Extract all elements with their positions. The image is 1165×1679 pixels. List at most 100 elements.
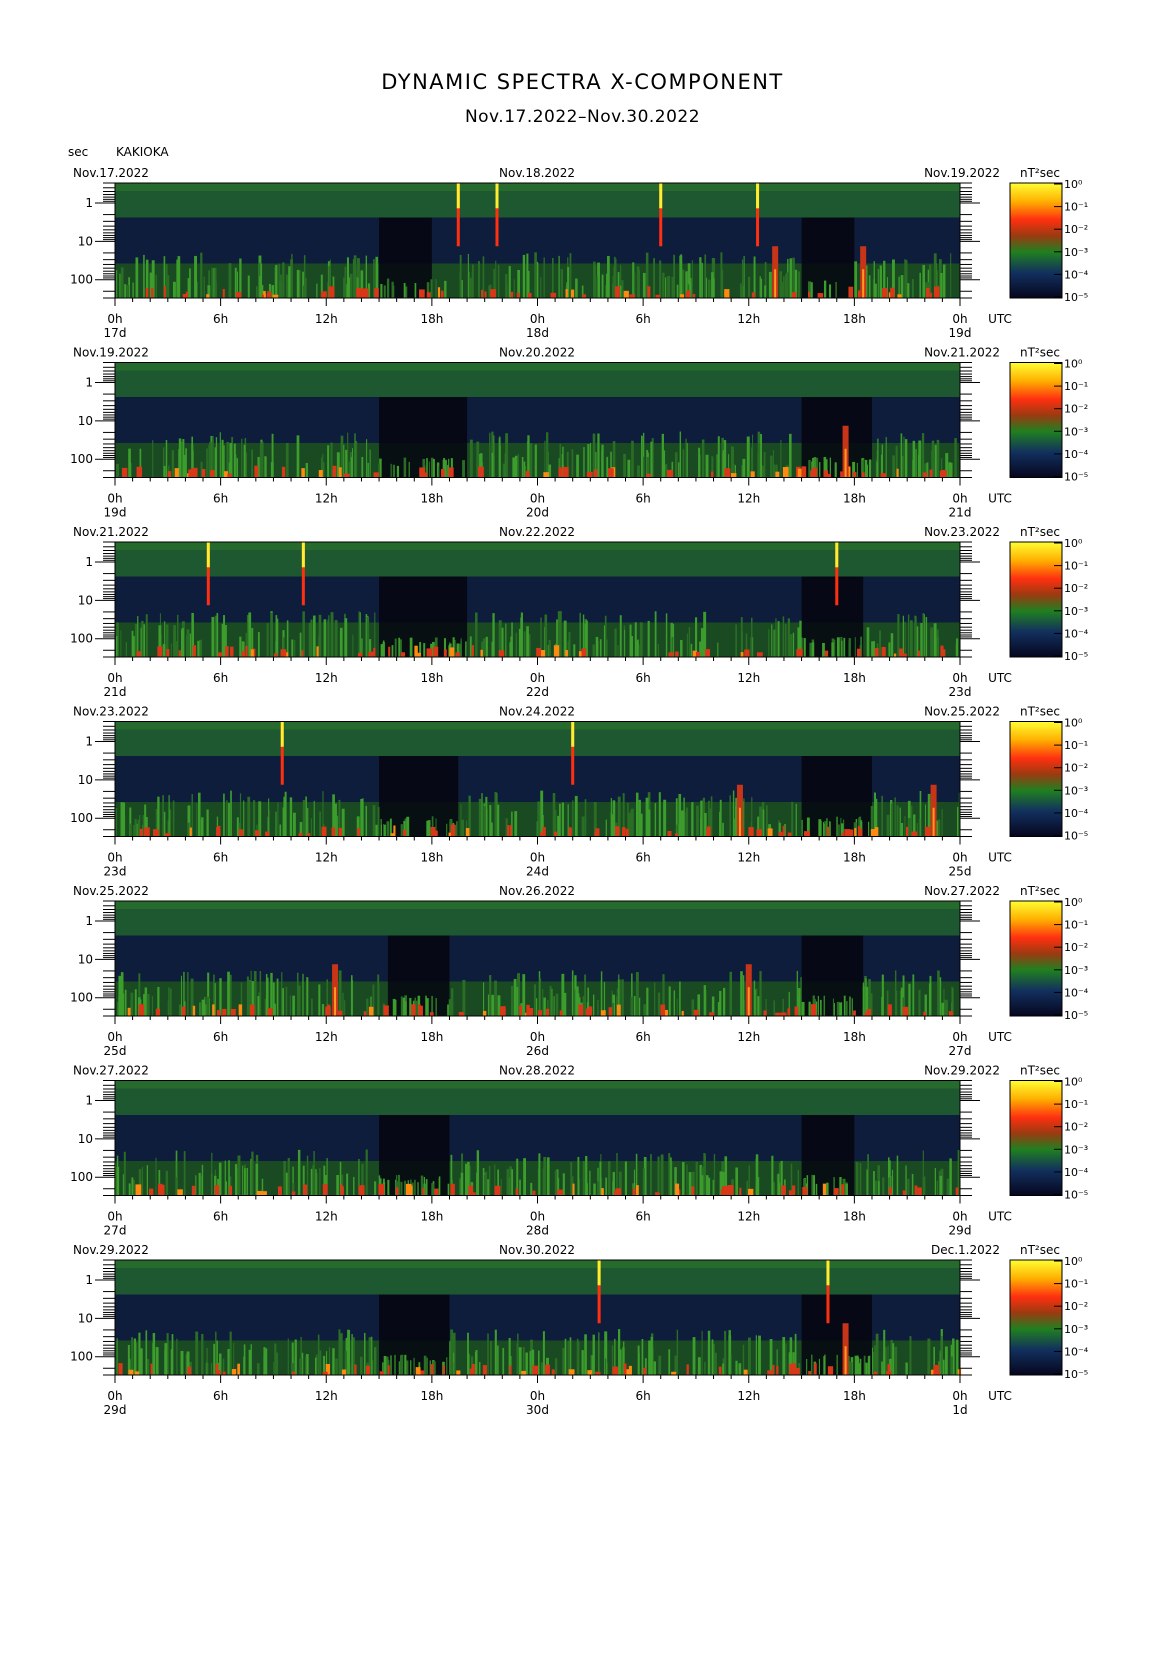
x-tick-label: 18h: [843, 492, 866, 506]
day-label: 22d: [526, 685, 549, 699]
day-label: 25d: [949, 865, 972, 879]
power-blob: [899, 648, 904, 657]
colorbar-unit: nT²sec: [1020, 525, 1060, 539]
power-blob: [550, 292, 557, 298]
power-blob: [647, 286, 651, 298]
power-blob: [215, 1363, 219, 1375]
x-tick-label: 0h: [530, 1389, 545, 1403]
day-label: 26d: [526, 1044, 549, 1058]
x-tick-label: 6h: [636, 1389, 651, 1403]
utc-label: UTC: [988, 671, 1012, 685]
power-blob: [449, 647, 455, 657]
power-blob: [400, 652, 406, 657]
power-blob: [189, 827, 192, 837]
power-blob: [227, 473, 232, 478]
colorbar-tick-label: 10⁻³: [1064, 425, 1088, 438]
y-tick-label: 100: [70, 1350, 93, 1364]
power-blob: [791, 1363, 796, 1375]
x-tick-label: 12h: [737, 1389, 760, 1403]
x-tick-label: 6h: [636, 492, 651, 506]
power-blob: [509, 1365, 512, 1375]
power-blob: [379, 1371, 384, 1375]
x-tick-label: 6h: [213, 671, 228, 685]
utc-label: UTC: [988, 1210, 1012, 1224]
power-blob: [814, 1363, 817, 1375]
power-blob: [628, 1365, 632, 1375]
panel-end-date: Nov.23.2022: [924, 525, 1000, 539]
power-blob: [167, 471, 172, 478]
x-tick-label: 0h: [107, 1210, 122, 1224]
power-blob: [448, 467, 454, 478]
power-blob: [510, 291, 514, 298]
power-blob: [926, 287, 930, 298]
power-blob: [480, 649, 483, 657]
power-blob: [174, 468, 179, 478]
power-blob: [917, 1187, 922, 1196]
power-blob: [724, 468, 731, 478]
power-blob: [515, 1188, 519, 1196]
power-blob: [572, 1183, 575, 1196]
burst-core: [774, 269, 777, 298]
x-tick-label: 18h: [420, 671, 443, 685]
colorbar-tick-label: 10⁻³: [1064, 605, 1088, 618]
colorbar-tick-label: 10⁻⁵: [1064, 1009, 1088, 1022]
power-blob: [692, 294, 696, 298]
x-tick-label: 12h: [315, 851, 338, 865]
power-blob: [667, 469, 673, 478]
power-blob: [788, 1190, 792, 1196]
spectra-panel: Nov.21.2022 Nov.22.2022 Nov.23.2022 nT²sec1…: [70, 525, 1089, 699]
power-blob: [322, 1184, 328, 1196]
colorbar-tick-label: 10⁻³: [1064, 246, 1088, 259]
power-blob: [743, 1369, 748, 1375]
power-blob: [254, 830, 260, 837]
x-tick-label: 0h: [952, 492, 967, 506]
power-blob: [782, 825, 785, 837]
power-blob: [594, 832, 599, 837]
x-tick-label: 6h: [213, 1210, 228, 1224]
power-blob: [291, 1191, 296, 1196]
power-blob: [337, 1010, 343, 1016]
x-tick-label: 12h: [315, 492, 338, 506]
power-blob: [440, 469, 445, 478]
power-blob: [668, 652, 674, 657]
power-blob: [881, 646, 886, 657]
colorbar-tick-label: 10⁻⁵: [1064, 471, 1088, 484]
power-blob: [558, 467, 563, 478]
day-label: 25d: [104, 1044, 127, 1058]
utc-label: UTC: [988, 851, 1012, 865]
power-blob: [681, 1010, 684, 1016]
power-blob: [882, 288, 888, 298]
colorbar-tick-label: 10⁻²: [1064, 1300, 1088, 1313]
power-blob: [933, 286, 940, 298]
power-blob: [507, 824, 510, 837]
power-blob: [532, 1190, 536, 1196]
power-blob: [340, 1183, 343, 1196]
spectra-panel: Nov.23.2022 Nov.24.2022 Nov.25.2022 nT²sec1…: [70, 705, 1089, 879]
power-blob: [893, 653, 897, 657]
power-blob: [245, 645, 248, 657]
colorbar-tick-label: 10⁰: [1064, 1076, 1083, 1089]
colorbar-tick-label: 10⁰: [1064, 1255, 1083, 1268]
power-blob: [235, 292, 242, 298]
power-blob: [686, 290, 691, 298]
power-blob: [455, 652, 460, 657]
power-blob: [571, 289, 575, 298]
power-blob: [767, 1370, 772, 1375]
x-tick-label: 0h: [530, 1030, 545, 1044]
power-blob: [748, 1188, 754, 1196]
colorbar-gradient: [1009, 1080, 1063, 1196]
day-label: 27d: [949, 1044, 972, 1058]
day-label: 27d: [104, 1224, 127, 1238]
x-tick-label: 18h: [843, 1389, 866, 1403]
colorbar-tick-label: 10⁰: [1064, 896, 1083, 909]
x-tick-label: 6h: [636, 671, 651, 685]
x-tick-label: 6h: [636, 312, 651, 326]
colorbar-tick-label: 10⁻⁵: [1064, 830, 1088, 843]
power-blob: [608, 1007, 613, 1016]
power-blob: [888, 1187, 892, 1196]
power-blob: [744, 649, 750, 657]
day-label: 23d: [104, 865, 127, 879]
power-blob: [792, 1185, 796, 1196]
panel-mid-date: Nov.24.2022: [499, 705, 575, 719]
power-blob: [368, 1006, 374, 1016]
